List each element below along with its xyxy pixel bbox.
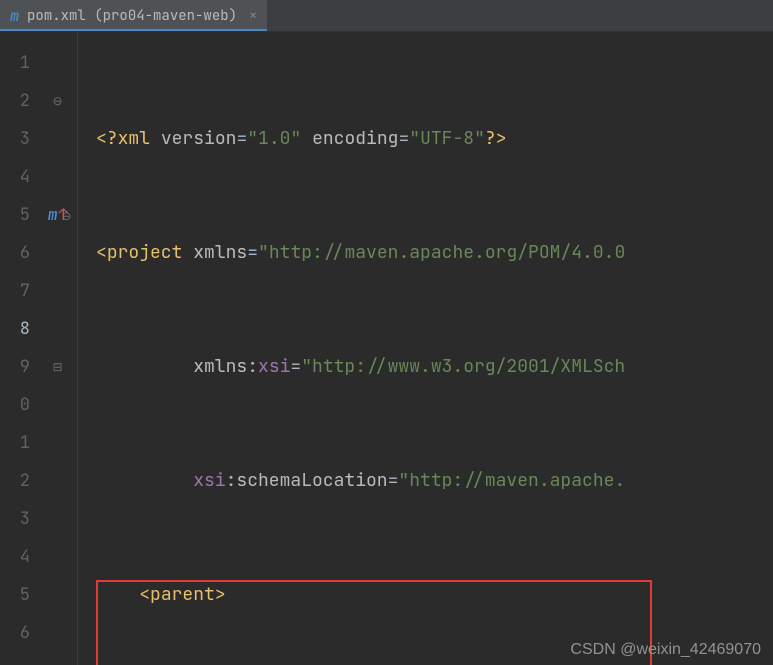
editor-area: 1 2 3 4 5 6 7 8 9 0 1 2 3 4 5 6 ⊖ m↑ ⊖ ⊟… [0, 32, 773, 665]
line-number: 3 [0, 120, 30, 158]
line-number: 4 [0, 538, 30, 576]
close-icon[interactable]: × [249, 7, 257, 25]
watermark-text: CSDN @weixin_42469070 [570, 641, 761, 659]
fold-icon[interactable]: ⊖ [38, 82, 77, 120]
code-line: <project xmlns="http://maven.apache.org/… [78, 234, 773, 272]
line-number: 9 [0, 348, 30, 386]
line-number: 4 [0, 158, 30, 196]
icon-gutter: ⊖ m↑ ⊖ ⊟ [38, 32, 78, 665]
line-number: 7 [0, 272, 30, 310]
tab-title: pom.xml (pro04-maven-web) [27, 7, 237, 25]
line-number-current: 8 [0, 310, 30, 348]
tab-bar: m pom.xml (pro04-maven-web) × [0, 0, 773, 32]
line-number: 6 [0, 234, 30, 272]
maven-file-icon: m [10, 6, 19, 26]
code-line: <?xml version="1.0" encoding="UTF-8"?> [78, 120, 773, 158]
line-number: 5 [0, 576, 30, 614]
line-number: 1 [0, 424, 30, 462]
line-number: 1 [0, 44, 30, 82]
editor-tab[interactable]: m pom.xml (pro04-maven-web) × [0, 0, 267, 31]
code-line: <parent> [78, 576, 773, 614]
line-number: 0 [0, 386, 30, 424]
code-line: xmlns:xsi="http://www.w3.org/2001/XMLSch [78, 348, 773, 386]
fold-close-icon[interactable]: ⊟ [38, 348, 77, 386]
line-number: 2 [0, 462, 30, 500]
code-content[interactable]: <?xml version="1.0" encoding="UTF-8"?> <… [78, 32, 773, 665]
line-number: 3 [0, 500, 30, 538]
line-number: 5 [0, 196, 30, 234]
line-number-gutter: 1 2 3 4 5 6 7 8 9 0 1 2 3 4 5 6 [0, 32, 38, 665]
line-number: 2 [0, 82, 30, 120]
line-number: 6 [0, 614, 30, 652]
maven-up-icon[interactable]: m↑ [42, 196, 74, 234]
code-line: xsi:schemaLocation="http://maven.apache. [78, 462, 773, 500]
